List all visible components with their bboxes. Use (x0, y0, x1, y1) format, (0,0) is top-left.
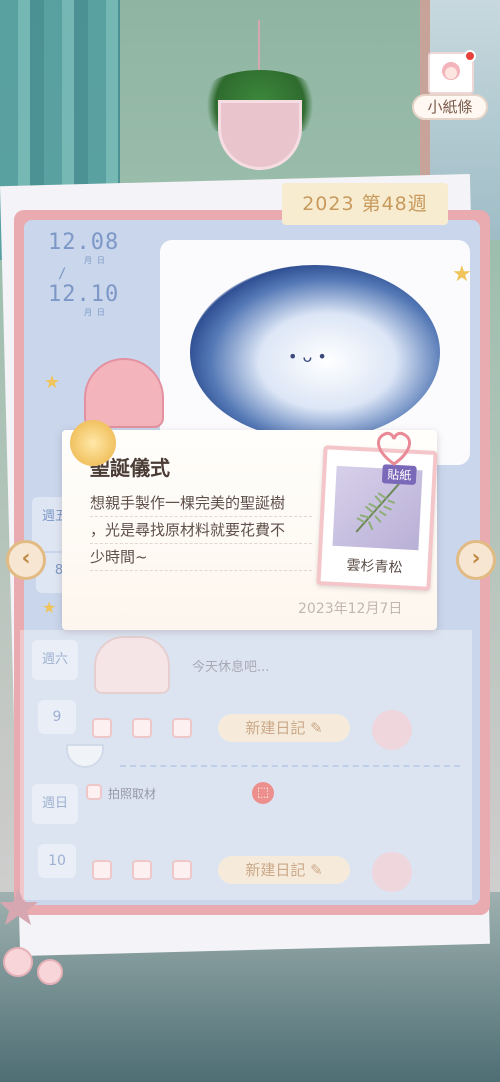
task-checkbox[interactable] (86, 784, 102, 800)
week-tag: 2023 第48週 (282, 183, 448, 225)
hanging-plant-pot (218, 100, 302, 170)
popup-body-line: 少時間~ (90, 544, 312, 571)
date-range: 12.08 月 日 / 12.10 月 日 (48, 230, 119, 318)
character-chibi-illustration (84, 358, 164, 428)
chevron-left-icon: ‹ (21, 546, 31, 571)
rest-text: 今天休息吧... (192, 660, 270, 675)
sleeping-character-illustration (94, 636, 170, 694)
timeline-divider (120, 765, 460, 767)
day-label-saturday: 週六 (32, 640, 78, 680)
star-icon: ★ (452, 262, 472, 287)
new-diary-button[interactable]: 新建日記 ✎ (218, 714, 350, 742)
new-diary-label: 新建日記 (245, 861, 306, 879)
edit-icon: ✎ (310, 861, 323, 879)
heart-icon (376, 431, 412, 466)
day-number-saturday: 9 (38, 700, 76, 734)
popup-date: 2023年12月7日 (298, 601, 403, 617)
task-text: 拍照取材 (108, 787, 157, 801)
checkbox[interactable] (92, 718, 112, 738)
checkbox[interactable] (172, 718, 192, 738)
checkbox[interactable] (92, 860, 112, 880)
date-start: 12.08 (48, 230, 120, 255)
note-button[interactable]: 小紙條 (412, 50, 488, 122)
star-icon: ★ (42, 598, 57, 617)
date-end: 12.10 (48, 282, 120, 307)
popup-body-line: 想親手製作一棵完美的聖誕樹 (90, 490, 312, 517)
edit-icon: ✎ (310, 719, 323, 737)
popup-body-line: ，光是尋找原材料就要花費不 (90, 517, 312, 544)
bunny-face: • ᴗ • (288, 347, 327, 366)
next-page-button[interactable]: › (456, 540, 496, 580)
new-diary-label: 新建日記 (245, 719, 306, 737)
checkbox[interactable] (132, 718, 152, 738)
prev-page-button[interactable]: ‹ (6, 540, 46, 580)
sun-icon (70, 420, 116, 466)
add-photo-circle[interactable] (372, 852, 412, 892)
date-separator: / (58, 266, 67, 282)
spruce-branch-icon (355, 483, 400, 533)
character-portrait-icon (442, 62, 460, 80)
day-label-sunday: 週日 (32, 784, 78, 824)
bell-charm-decoration (0, 880, 80, 1000)
gift-icon[interactable]: ⬚ (252, 782, 274, 804)
date-start-sub: 月 日 (84, 256, 105, 265)
chevron-right-icon: › (471, 546, 481, 571)
sticker-label: 雲杉青松 (346, 557, 403, 577)
note-thumbnail (428, 50, 476, 94)
bunny-cloud-illustration: • ᴗ • (190, 265, 440, 440)
checkbox[interactable] (172, 860, 192, 880)
day-number-sunday: 10 (38, 844, 76, 878)
date-end-sub: 月 日 (84, 308, 105, 317)
note-button-label: 小紙條 (412, 94, 488, 120)
popup-body: 想親手製作一棵完美的聖誕樹 ，光是尋找原材料就要花費不 少時間~ (90, 490, 312, 571)
notification-dot (464, 50, 476, 62)
checkbox[interactable] (132, 860, 152, 880)
new-diary-button[interactable]: 新建日記 ✎ (218, 856, 350, 884)
add-photo-circle[interactable] (372, 710, 412, 750)
star-icon: ★ (44, 372, 61, 393)
